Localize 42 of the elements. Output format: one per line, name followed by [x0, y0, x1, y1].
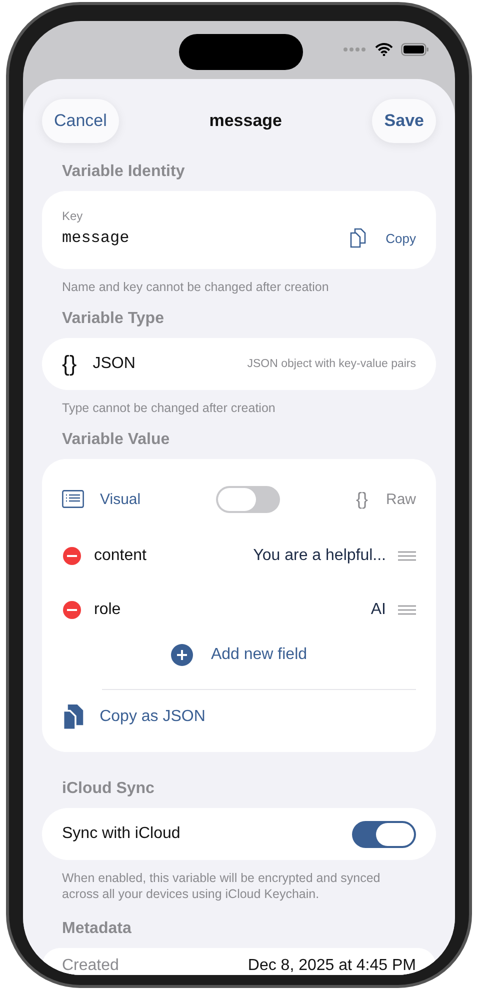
add-field-button[interactable]: Add new field: [210, 646, 308, 664]
copy-json-button[interactable]: Copy as JSON: [100, 708, 206, 726]
wifi-icon: [375, 42, 393, 56]
battery-icon: [401, 42, 429, 56]
copy-icon[interactable]: [350, 228, 366, 248]
signal-icon: [343, 46, 367, 52]
braces-icon: {}: [356, 490, 368, 508]
type-description: JSON object with key-value pairs: [247, 358, 416, 370]
drag-handle-icon[interactable]: [398, 551, 416, 561]
sync-toggle[interactable]: [352, 820, 416, 848]
add-icon[interactable]: [170, 644, 193, 666]
list-icon: [62, 490, 84, 508]
remove-icon[interactable]: [62, 600, 82, 620]
section-header: iCloud Sync: [61, 780, 156, 798]
section-header: Metadata: [61, 920, 132, 938]
copy-button[interactable]: Copy: [386, 230, 416, 246]
drag-handle-icon[interactable]: [398, 605, 416, 615]
copy-icon[interactable]: [62, 704, 84, 730]
field-key: role: [94, 601, 121, 619]
field-value: You are a helpful...: [253, 547, 386, 565]
key-note: Name and key cannot be changed after creation: [61, 279, 330, 295]
section-header: Variable Value: [61, 431, 171, 449]
field-key: content: [94, 547, 146, 565]
key-label: Key: [62, 209, 84, 223]
screen-title: message: [209, 111, 282, 131]
section-header: Variable Type: [61, 310, 165, 328]
save-button[interactable]: Save: [372, 99, 436, 143]
sync-label: Sync with iCloud: [62, 825, 180, 843]
metadata-value: Dec 8, 2025 at 4:45 PM: [248, 957, 416, 975]
key-value: message: [62, 229, 130, 247]
section-header: Variable Identity: [61, 163, 186, 181]
metadata-label: Created: [62, 957, 119, 975]
remove-icon[interactable]: [62, 546, 82, 566]
type-note: Type cannot be changed after creation: [61, 400, 276, 416]
sync-note: When enabled, this variable will be encrypted and synced across all your devices using iCloud Keychain.: [61, 870, 382, 902]
cancel-button[interactable]: Cancel: [42, 99, 119, 143]
mode-toggle[interactable]: [216, 486, 280, 512]
raw-mode-label: Raw: [386, 490, 416, 508]
braces-icon: {}: [62, 353, 77, 375]
visual-mode-button[interactable]: Visual: [100, 490, 141, 508]
field-value: AI: [370, 601, 386, 619]
type-name: JSON: [92, 355, 136, 373]
